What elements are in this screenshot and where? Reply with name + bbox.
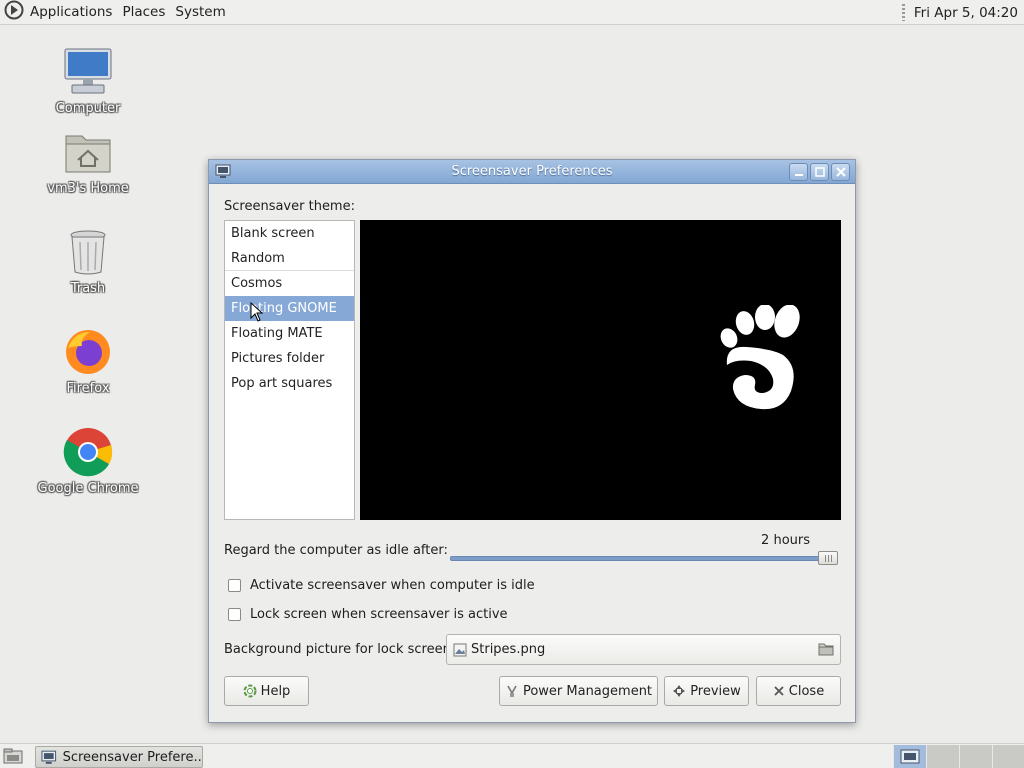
theme-item-selected[interactable]: Floating GNOME [225, 296, 354, 321]
desktop-icon-label: vm3's Home [47, 181, 129, 196]
system-menu[interactable]: System [175, 4, 225, 20]
preview-button-label: Preview [690, 683, 741, 699]
applications-menu[interactable]: Applications [4, 0, 112, 24]
minimize-icon [794, 174, 803, 176]
desktop-icon-computer[interactable]: Computer [33, 45, 143, 116]
applications-menu-label: Applications [30, 4, 113, 20]
power-management-button[interactable]: Power Management [499, 676, 658, 706]
taskbar-screensaver-button[interactable]: Screensaver Prefere... [35, 746, 203, 768]
maximize-icon [814, 167, 825, 177]
bottom-panel: Screensaver Prefere... [0, 743, 1024, 768]
lock-screen-label: Lock screen when screensaver is active [250, 607, 508, 622]
screensaver-app-icon [41, 750, 57, 764]
theme-item[interactable]: Random [225, 246, 354, 271]
help-icon [243, 684, 257, 698]
mouse-cursor-icon [250, 302, 264, 322]
workspace-1[interactable] [893, 745, 926, 768]
minimize-button[interactable] [789, 163, 808, 181]
activate-screensaver-label: Activate screensaver when computer is id… [250, 578, 535, 593]
workspace-4[interactable] [992, 745, 1024, 768]
theme-item[interactable]: Blank screen [225, 221, 354, 246]
distro-logo-icon [4, 0, 24, 24]
preview-button[interactable]: Preview [664, 676, 749, 706]
idle-slider[interactable] [450, 556, 835, 561]
theme-label: Screensaver theme: [224, 199, 355, 214]
idle-label: Regard the computer as idle after: [224, 543, 448, 558]
theme-list[interactable]: Blank screen Random Cosmos Floating GNOM… [224, 220, 355, 520]
desktop-icon-label: Trash [70, 281, 106, 296]
clock[interactable]: Fri Apr 5, 04:20 [914, 5, 1018, 21]
chrome-icon [61, 425, 115, 479]
desktop-icon-firefox[interactable]: Firefox [33, 325, 143, 396]
computer-icon [61, 45, 115, 99]
help-button[interactable]: Help [224, 676, 309, 706]
window-thumbnail-icon [900, 749, 920, 764]
workspace-2[interactable] [926, 745, 959, 768]
lock-screen-checkbox[interactable] [228, 608, 241, 621]
places-menu[interactable]: Places [122, 4, 165, 20]
theme-item[interactable]: Pictures folder [225, 346, 354, 371]
top-panel: Applications Places System Fri Apr 5, 04… [0, 0, 1024, 25]
background-file-chooser[interactable]: Stripes.png [446, 634, 841, 665]
help-button-label: Help [260, 683, 291, 699]
desktop-icon-label: Firefox [66, 381, 110, 396]
image-file-icon [453, 643, 467, 656]
screensaver-preferences-window: Screensaver Preferences Screensaver them… [208, 159, 856, 723]
activate-screensaver-checkbox[interactable] [228, 579, 241, 592]
close-button[interactable]: Close [756, 676, 841, 706]
maximize-button[interactable] [810, 163, 829, 181]
activate-screensaver-row[interactable]: Activate screensaver when computer is id… [228, 578, 535, 593]
show-desktop-icon[interactable] [3, 748, 23, 768]
desktop-icon-label: Google Chrome [37, 481, 139, 496]
desktop-icon-label: Computer [55, 101, 121, 116]
desktop-icon-trash[interactable]: Trash [33, 225, 143, 296]
theme-preview [360, 220, 841, 520]
close-icon [774, 686, 784, 696]
gnome-foot-icon [720, 305, 800, 410]
fullscreen-icon [673, 685, 686, 697]
trash-icon [61, 225, 115, 279]
home-folder-icon [61, 125, 115, 179]
folder-icon [818, 643, 834, 656]
desktop-icon-chrome[interactable]: Google Chrome [33, 425, 143, 496]
theme-item[interactable]: Cosmos [225, 271, 354, 296]
power-management-icon [507, 685, 517, 697]
close-icon [835, 167, 846, 177]
theme-item[interactable]: Floating MATE [225, 321, 354, 346]
theme-item[interactable]: Pop art squares [225, 371, 354, 396]
close-button-label: Close [788, 683, 825, 699]
desktop-icon-home[interactable]: vm3's Home [33, 125, 143, 196]
panel-grip[interactable] [901, 4, 905, 21]
window-title: Screensaver Preferences [451, 164, 613, 179]
background-file-name: Stripes.png [471, 642, 546, 657]
firefox-icon [61, 325, 115, 379]
idle-value: 2 hours [761, 533, 810, 548]
close-window-button[interactable] [831, 163, 850, 181]
window-titlebar[interactable]: Screensaver Preferences [209, 160, 855, 184]
power-management-button-label: Power Management [522, 683, 653, 699]
idle-slider-handle[interactable] [818, 551, 838, 565]
background-picture-label: Background picture for lock screen: [224, 642, 456, 657]
workspace-3[interactable] [959, 745, 992, 768]
taskbar-button-label: Screensaver Prefere... [62, 749, 202, 765]
lock-screen-row[interactable]: Lock screen when screensaver is active [228, 607, 508, 622]
